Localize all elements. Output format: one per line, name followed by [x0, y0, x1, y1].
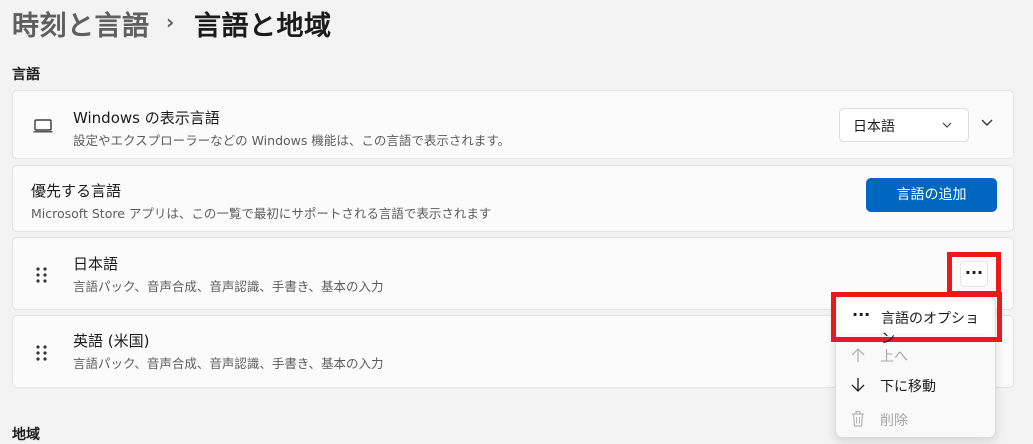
monitor-icon	[33, 119, 53, 133]
language-options-highlight: ··· 言語のオプション	[831, 292, 1002, 347]
breadcrumb-separator: ›	[166, 10, 175, 34]
language-features: 言語パック、音声合成、音声認識、手書き、基本の入力	[73, 279, 384, 294]
language-features: 言語パック、音声合成、音声認識、手書き、基本の入力	[73, 356, 384, 371]
menu-item-language-options[interactable]: ··· 言語のオプション	[841, 301, 992, 347]
menu-item-label: 下に移動	[880, 379, 936, 395]
section-heading-language: 言語	[12, 67, 40, 83]
language-name: 英語 (米国)	[73, 332, 150, 350]
chevron-down-icon	[942, 122, 952, 128]
arrow-down-icon	[851, 378, 865, 392]
expand-chevron-icon[interactable]	[981, 119, 993, 127]
menu-item-remove[interactable]: 削除	[836, 404, 995, 436]
drag-handle-icon[interactable]	[35, 344, 49, 362]
more-dots-icon: ···	[852, 305, 871, 324]
more-options-button[interactable]: ···	[960, 261, 988, 287]
menu-item-label: 言語のオプション	[881, 311, 979, 347]
drag-handle-icon[interactable]	[35, 266, 49, 284]
breadcrumb-parent[interactable]: 時刻と言語	[12, 4, 150, 43]
arrow-up-icon	[851, 348, 865, 362]
display-language-dropdown[interactable]: 日本語	[839, 108, 969, 142]
preferred-languages-title: 優先する言語	[31, 182, 122, 200]
display-language-description: 設定やエクスプローラーなどの Windows 機能は、この言語で表示されます。	[73, 133, 511, 148]
display-language-title: Windows の表示言語	[73, 109, 220, 127]
preferred-languages-card: 優先する言語 Microsoft Store アプリは、この一覧で最初にサポート…	[12, 165, 1014, 232]
menu-item-label: 削除	[880, 413, 908, 429]
more-options-highlight: ···	[947, 252, 1001, 296]
display-language-card: Windows の表示言語 設定やエクスプローラーなどの Windows 機能は…	[12, 90, 1014, 159]
display-language-value: 日本語	[853, 119, 895, 135]
trash-icon	[852, 410, 864, 427]
section-heading-region: 地域	[12, 427, 40, 443]
menu-item-move-down[interactable]: 下に移動	[836, 370, 995, 402]
language-name: 日本語	[73, 255, 119, 273]
page-title: 言語と地域	[194, 11, 332, 42]
preferred-languages-description: Microsoft Store アプリは、この一覧で最初にサポートされる言語で表…	[31, 206, 492, 221]
add-language-button[interactable]: 言語の追加	[866, 178, 997, 212]
menu-item-label: 上へ	[880, 349, 908, 365]
